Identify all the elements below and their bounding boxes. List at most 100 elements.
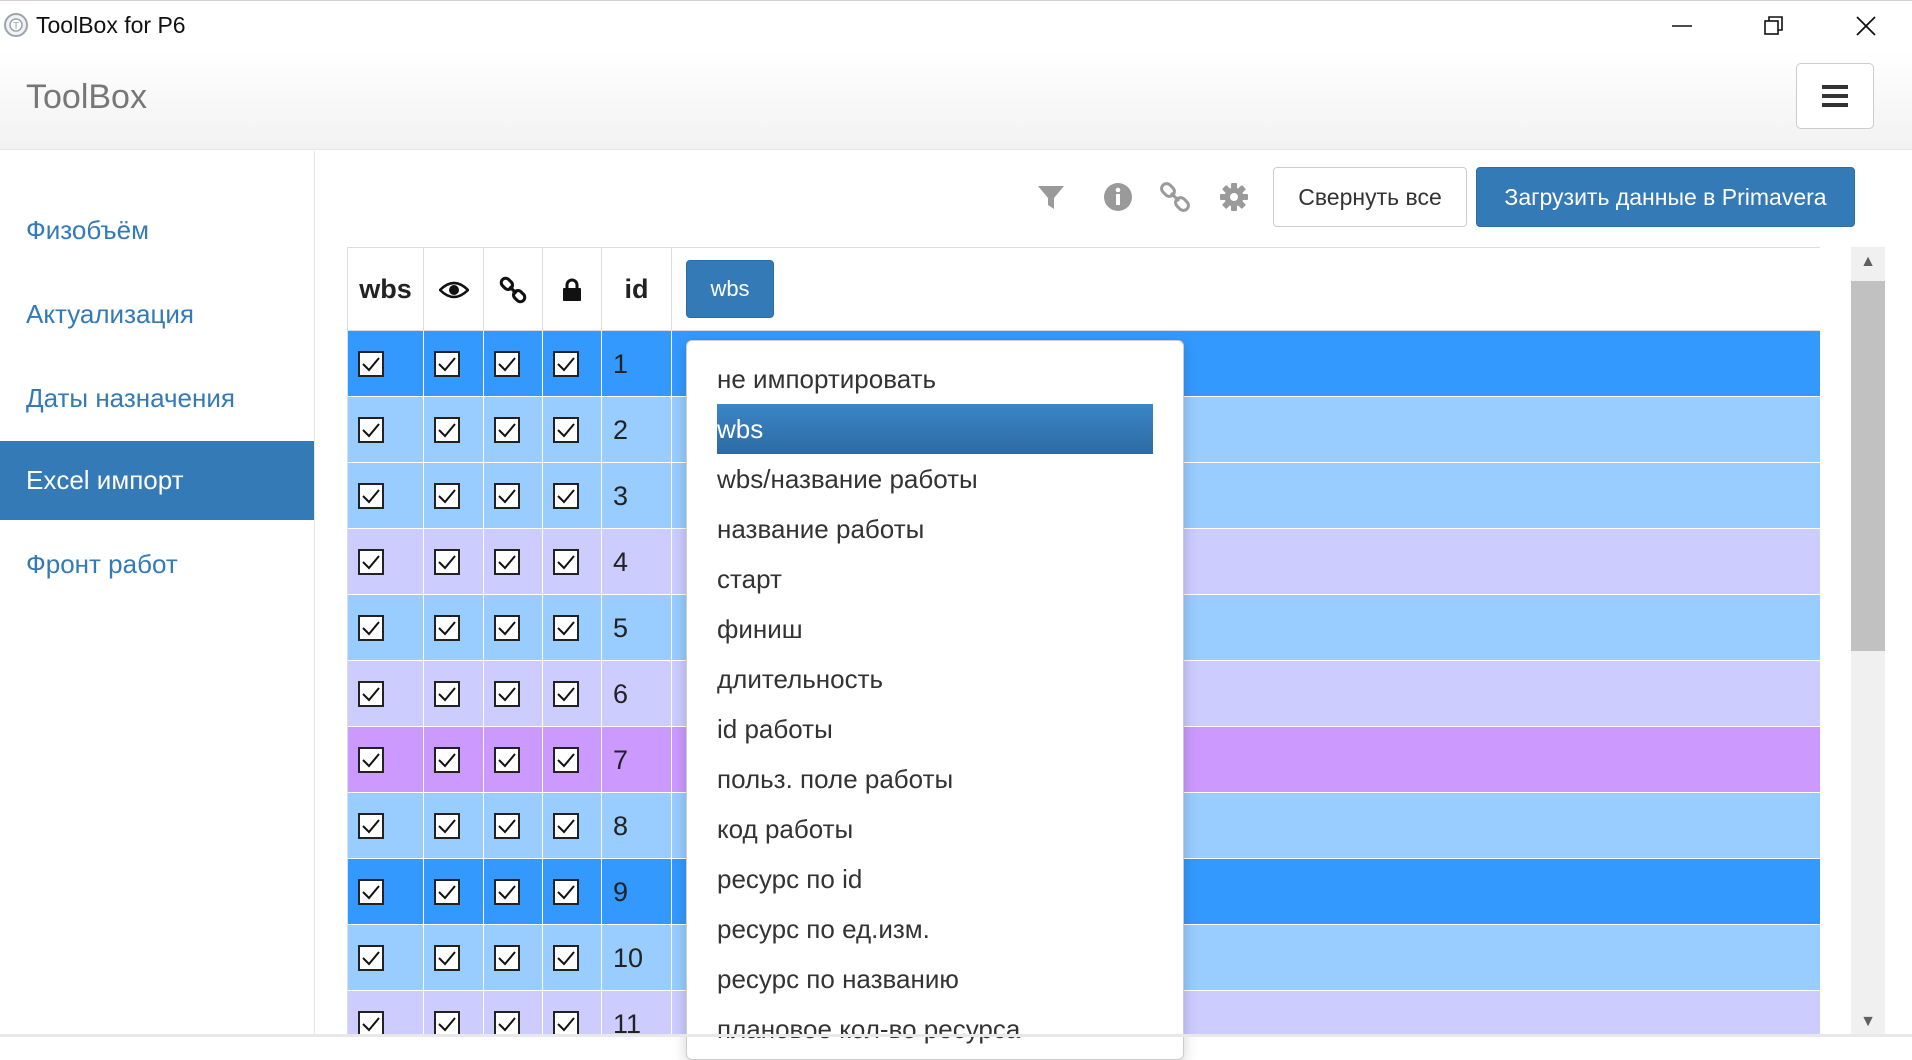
scrollbar-thumb[interactable] [1851,281,1885,651]
window-titlebar: T ToolBox for P6 [0,0,1912,50]
lock-checkbox[interactable] [553,417,579,443]
lock-checkbox[interactable] [553,483,579,509]
link-icon[interactable] [1155,177,1195,217]
header-wbs[interactable]: wbs [348,248,424,331]
visible-checkbox[interactable] [434,813,460,839]
wbs-checkbox[interactable] [358,417,384,443]
link-checkbox[interactable] [494,615,520,641]
link-checkbox[interactable] [494,747,520,773]
lock-checkbox[interactable] [553,813,579,839]
scroll-down-icon[interactable]: ▼ [1851,1007,1885,1037]
visible-checkbox[interactable] [434,615,460,641]
sidebar: Физобъём Актуализация Даты назначения Ex… [0,151,315,1037]
dropdown-option[interactable]: польз. поле работы [717,754,1153,804]
link-checkbox[interactable] [494,681,520,707]
dropdown-option[interactable]: ресурс по id [717,854,1153,904]
dropdown-option[interactable]: название работы [717,504,1153,554]
dropdown-option[interactable]: ресурс по ед.изм. [717,904,1153,954]
table-cell [484,859,543,925]
header-lock[interactable] [543,248,602,331]
table-cell [424,595,484,661]
collapse-all-button[interactable]: Свернуть все [1273,167,1467,227]
restore-button[interactable] [1728,1,1820,51]
dropdown-option[interactable]: длительность [717,654,1153,704]
lock-checkbox[interactable] [553,879,579,905]
link-checkbox[interactable] [494,417,520,443]
visible-checkbox[interactable] [434,879,460,905]
lock-checkbox[interactable] [553,747,579,773]
visible-checkbox[interactable] [434,483,460,509]
dropdown-option[interactable]: финиш [717,604,1153,654]
id-cell: 4 [602,529,672,595]
sidebar-item-front-rabot[interactable]: Фронт работ [0,525,314,604]
table-cell [543,463,602,529]
lock-checkbox[interactable] [553,351,579,377]
table-cell [348,595,424,661]
filter-icon[interactable] [1031,177,1071,217]
close-button[interactable] [1820,1,1912,51]
wbs-checkbox[interactable] [358,549,384,575]
link-checkbox[interactable] [494,879,520,905]
scroll-up-icon[interactable]: ▲ [1851,247,1885,277]
table-cell [348,859,424,925]
menu-toggle-button[interactable] [1796,63,1874,129]
minimize-button[interactable] [1636,1,1728,51]
header-link[interactable] [484,248,543,331]
wbs-checkbox[interactable] [358,351,384,377]
column-mapping-select[interactable]: wbs [686,260,774,318]
row-id: 5 [613,612,629,643]
app-brand[interactable]: ToolBox [26,78,147,117]
lock-checkbox[interactable] [553,945,579,971]
id-cell: 5 [602,595,672,661]
dropdown-option[interactable]: wbs [717,404,1153,454]
dropdown-option[interactable]: ресурс по названию [717,954,1153,1004]
visible-checkbox[interactable] [434,549,460,575]
wbs-checkbox[interactable] [358,747,384,773]
settings-icon[interactable] [1214,177,1254,217]
table-cell [484,463,543,529]
sidebar-item-fizobem[interactable]: Физобъём [0,191,314,270]
visible-checkbox[interactable] [434,945,460,971]
lock-icon [563,278,581,301]
table-cell [348,727,424,793]
link-checkbox[interactable] [494,813,520,839]
link-checkbox[interactable] [494,351,520,377]
wbs-checkbox[interactable] [358,945,384,971]
visible-checkbox[interactable] [434,417,460,443]
link-checkbox[interactable] [494,549,520,575]
app-header: ToolBox [0,50,1912,150]
dropdown-option[interactable]: id работы [717,704,1153,754]
wbs-checkbox[interactable] [358,681,384,707]
link-checkbox[interactable] [494,483,520,509]
lock-checkbox[interactable] [553,549,579,575]
table-cell [543,925,602,991]
table-cell [348,397,424,463]
dropdown-option[interactable]: плановое кол-во ресурса [717,1004,1153,1054]
app-gear-icon: T [2,11,30,39]
lock-checkbox[interactable] [553,615,579,641]
sidebar-item-daty-naznacheniya[interactable]: Даты назначения [0,359,314,438]
wbs-checkbox[interactable] [358,615,384,641]
dropdown-option[interactable]: не импортировать [717,354,1153,404]
visible-checkbox[interactable] [434,747,460,773]
dropdown-option[interactable]: код работы [717,804,1153,854]
sidebar-item-excel-import[interactable]: Excel импорт [0,441,314,520]
wbs-checkbox[interactable] [358,813,384,839]
link-checkbox[interactable] [494,945,520,971]
sidebar-item-aktualizaciya[interactable]: Актуализация [0,275,314,354]
visible-checkbox[interactable] [434,351,460,377]
table-cell [348,463,424,529]
table-cell [424,727,484,793]
wbs-checkbox[interactable] [358,483,384,509]
dropdown-option[interactable]: старт [717,554,1153,604]
wbs-checkbox[interactable] [358,879,384,905]
upload-to-primavera-button[interactable]: Загрузить данные в Primavera [1476,167,1855,227]
dropdown-option[interactable]: wbs/название работы [717,454,1153,504]
row-id: 2 [613,414,629,445]
vertical-scrollbar[interactable]: ▲ ▼ [1851,247,1885,1037]
header-id[interactable]: id [602,248,672,331]
info-icon[interactable] [1098,177,1138,217]
header-visible[interactable] [424,248,484,331]
lock-checkbox[interactable] [553,681,579,707]
visible-checkbox[interactable] [434,681,460,707]
